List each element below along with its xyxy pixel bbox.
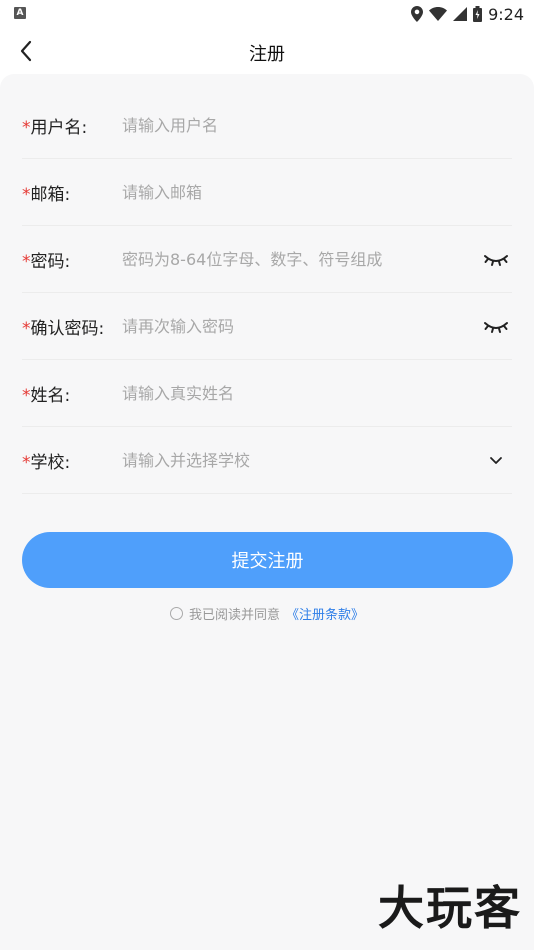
wifi-icon <box>429 7 448 21</box>
agreement-text: 我已阅读并同意 <box>188 608 280 623</box>
confirm-password-input[interactable] <box>122 311 512 341</box>
required-mark: * <box>22 251 31 272</box>
password-label: *密码: <box>22 251 71 272</box>
submit-register-button[interactable]: 提交注册 <box>22 532 513 588</box>
required-mark: * <box>22 117 31 138</box>
clock: 9:24 <box>488 4 524 24</box>
watermark-logo: 大玩客 <box>378 881 522 935</box>
required-mark: * <box>22 184 31 205</box>
location-icon <box>411 6 424 22</box>
required-mark: * <box>22 385 31 406</box>
email-input[interactable] <box>122 177 512 207</box>
status-bar: A 9:24 <box>0 0 534 28</box>
agreement-line: 我已阅读并同意 《注册条款》 <box>0 604 534 623</box>
school-dropdown-toggle[interactable] <box>484 449 508 471</box>
notification-icon: A <box>14 7 26 19</box>
signal-icon <box>453 7 468 21</box>
confirm-password-visibility-toggle[interactable] <box>484 315 508 337</box>
school-row: *学校: <box>22 427 512 494</box>
battery-icon <box>473 6 483 22</box>
real-name-input[interactable] <box>122 378 512 408</box>
eye-closed-icon <box>484 322 508 333</box>
password-visibility-toggle[interactable] <box>484 248 508 270</box>
username-input[interactable] <box>122 110 512 140</box>
status-icons: 9:24 <box>411 4 524 24</box>
real-name-row: *姓名: <box>22 360 512 427</box>
password-row: *密码: <box>22 226 512 293</box>
agree-radio[interactable] <box>169 607 183 620</box>
registration-panel: *用户名: *邮箱: *密码: *确认密码: *姓名: *学校: <box>0 74 534 950</box>
required-mark: * <box>22 318 31 339</box>
terms-link[interactable]: 《注册条款》 <box>286 604 364 623</box>
registration-form: *用户名: *邮箱: *密码: *确认密码: *姓名: *学校: <box>22 92 512 494</box>
username-label: *用户名: <box>22 117 88 138</box>
real-name-label: *姓名: <box>22 385 71 406</box>
app-header: 注册 <box>0 28 534 74</box>
confirm-password-row: *确认密码: <box>22 293 512 360</box>
school-label: *学校: <box>22 452 71 473</box>
school-input[interactable] <box>122 445 512 475</box>
username-row: *用户名: <box>22 92 512 159</box>
confirm-password-label: *确认密码: <box>22 318 105 339</box>
email-label: *邮箱: <box>22 184 71 205</box>
password-input[interactable] <box>122 244 512 274</box>
email-row: *邮箱: <box>22 159 512 226</box>
eye-closed-icon <box>484 255 508 266</box>
page-title: 注册 <box>249 44 285 65</box>
chevron-down-icon <box>490 457 502 464</box>
required-mark: * <box>22 452 31 473</box>
